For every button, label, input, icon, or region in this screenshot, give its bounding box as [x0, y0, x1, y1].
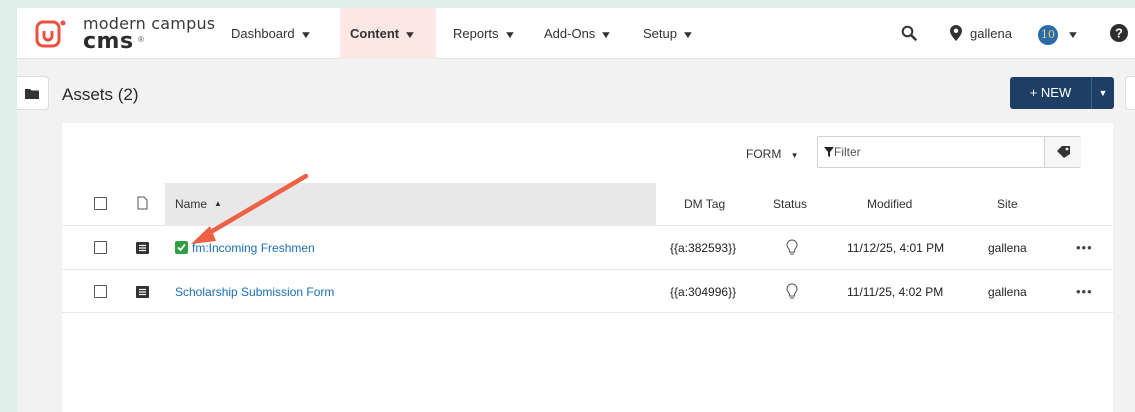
tag-filter-button[interactable]	[1044, 137, 1081, 167]
file-icon	[137, 196, 148, 210]
table-row[interactable]: Scholarship Submission Form {{a:304996}}…	[62, 269, 1113, 313]
right-panel-toggle[interactable]	[1125, 76, 1135, 110]
nav-content[interactable]: Content ▼	[340, 8, 436, 59]
caret-down-icon: ▼	[790, 151, 799, 160]
chevron-down-icon: ▼	[1066, 30, 1080, 41]
user-name[interactable]: gallena	[970, 8, 1012, 59]
user-menu[interactable]: 10 ▼	[1038, 8, 1080, 59]
user-badge: 10	[1038, 24, 1058, 45]
funnel-icon	[824, 147, 834, 157]
nav-reports-label: Reports	[453, 26, 499, 41]
site-cell: gallena	[988, 241, 1027, 255]
type-filter-label: FORM	[746, 147, 782, 161]
dm-tag-cell: {{a:304996}}	[670, 285, 737, 299]
chevron-down-icon: ▼	[681, 30, 695, 41]
nav-content-label: Content	[350, 26, 400, 41]
form-icon	[136, 286, 149, 298]
row-checkbox[interactable]	[94, 241, 107, 254]
lightbulb-icon[interactable]	[786, 283, 798, 300]
modified-cell: 11/11/25, 4:02 PM	[847, 285, 944, 299]
new-dropdown-caret-icon[interactable]: ▼	[1091, 77, 1114, 109]
asset-name-link[interactable]: Scholarship Submission Form	[175, 285, 334, 299]
nav-dashboard[interactable]: Dashboard ▼	[221, 8, 321, 59]
type-filter-dropdown[interactable]: FORM ▼	[746, 147, 799, 161]
select-all-checkbox[interactable]	[94, 197, 107, 210]
asset-name-link[interactable]: fm:Incoming Freshmen	[192, 241, 315, 255]
status-header[interactable]: Status	[773, 183, 807, 225]
folder-panel-toggle[interactable]	[17, 76, 49, 110]
folder-icon	[25, 89, 39, 99]
nav-reports[interactable]: Reports ▼	[443, 8, 524, 59]
chevron-down-icon: ▼	[299, 30, 313, 41]
location-pin-icon	[950, 25, 962, 41]
brand-line-2: cms	[83, 29, 134, 54]
name-column-header[interactable]: Name ▲	[165, 183, 656, 225]
new-button-label[interactable]: + NEW	[1010, 77, 1091, 109]
table-header: Name ▲ DM Tag Status Modified Site	[62, 183, 1113, 225]
chevron-down-icon: ▼	[503, 30, 516, 41]
lightbulb-icon[interactable]	[786, 239, 798, 256]
more-actions-icon[interactable]: •••	[1076, 270, 1093, 314]
top-nav: modern campus cms ® Dashboard ▼ Content ▼ …	[17, 8, 1135, 59]
page-title: Assets (2)	[62, 85, 139, 104]
nav-setup-label: Setup	[643, 26, 677, 41]
table-row[interactable]: fm:Incoming Freshmen {{a:382593}} 11/12/…	[62, 225, 1113, 269]
search-icon[interactable]	[901, 25, 917, 41]
nav-addons[interactable]: Add-Ons ▼	[534, 8, 621, 59]
modified-cell: 11/12/25, 4:01 PM	[847, 241, 945, 255]
brand-registered-mark: ®	[138, 35, 144, 44]
row-checkbox[interactable]	[94, 285, 107, 298]
dm-tag-cell: {{a:382593}}	[670, 241, 737, 255]
help-icon[interactable]: ?	[1110, 24, 1128, 42]
site-header[interactable]: Site	[997, 183, 1018, 225]
chevron-down-icon: ▼	[403, 30, 417, 41]
modified-header[interactable]: Modified	[867, 183, 912, 225]
asset-name-cell[interactable]: fm:Incoming Freshmen	[175, 226, 315, 270]
assets-panel: FORM ▼ Name ▲ DM	[62, 123, 1113, 412]
app-window: modern campus cms ® Dashboard ▼ Content ▼ …	[17, 8, 1135, 412]
filter-input[interactable]	[834, 137, 1034, 167]
nav-addons-label: Add-Ons	[544, 26, 596, 41]
svg-text:?: ?	[1115, 26, 1123, 41]
nav-setup[interactable]: Setup ▼	[633, 8, 703, 59]
sort-asc-icon: ▲	[214, 199, 222, 208]
name-header-label: Name	[175, 197, 208, 211]
filter-box	[817, 136, 1081, 168]
chevron-down-icon: ▼	[599, 30, 613, 41]
nav-dashboard-label: Dashboard	[231, 26, 295, 41]
new-button[interactable]: + NEW ▼	[1010, 77, 1114, 109]
site-cell: gallena	[988, 285, 1027, 299]
checked-in-icon	[175, 241, 188, 254]
modern-campus-logo-icon[interactable]	[35, 18, 67, 50]
more-actions-icon[interactable]: •••	[1076, 226, 1093, 270]
asset-name-cell[interactable]: Scholarship Submission Form	[175, 270, 334, 314]
tag-icon	[1057, 146, 1070, 158]
form-icon	[136, 242, 149, 254]
dm-tag-header[interactable]: DM Tag	[684, 183, 725, 225]
